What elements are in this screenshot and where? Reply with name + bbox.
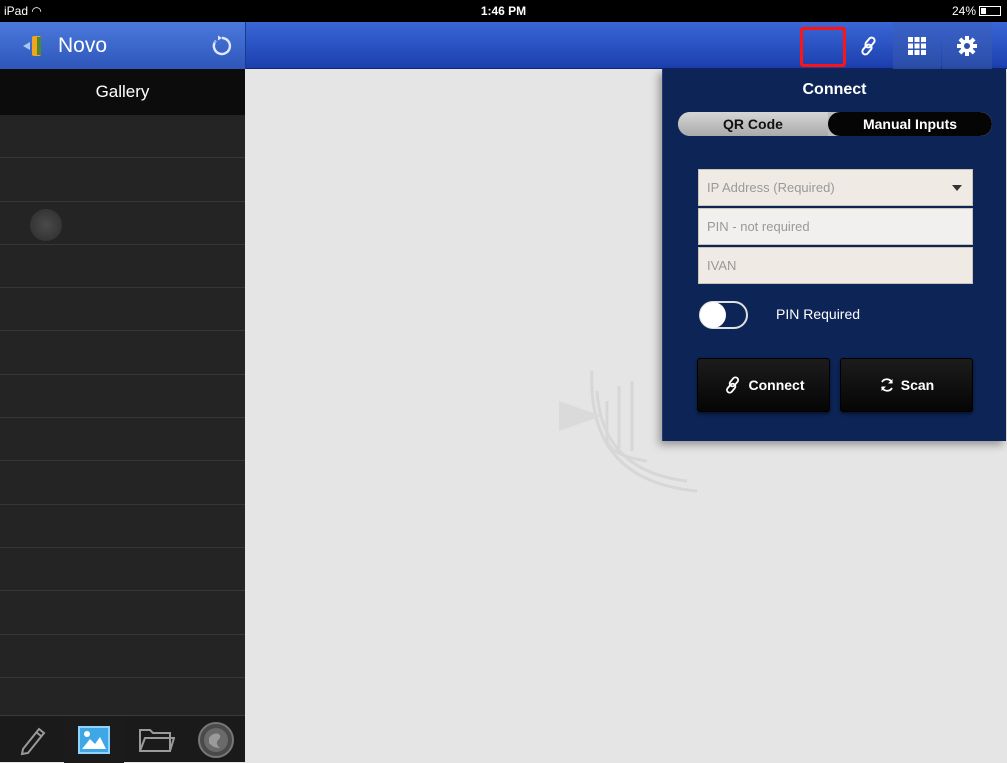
list-item[interactable] [0, 244, 245, 289]
refresh-icon[interactable] [210, 34, 234, 58]
toggle-knob [700, 302, 726, 328]
settings-button[interactable] [942, 22, 992, 69]
status-bar: iPad ◠ 1:46 PM 24% [0, 0, 1007, 22]
list-item[interactable] [0, 374, 245, 419]
folder-button[interactable] [126, 716, 186, 763]
connect-popover: Connect QR Code Manual Inputs IP Address… [662, 69, 1006, 441]
pencil-button[interactable] [2, 716, 62, 763]
novo-logo-icon [23, 36, 41, 56]
refresh-icon [880, 378, 893, 392]
web-button[interactable] [186, 716, 246, 763]
list-item[interactable] [0, 288, 245, 332]
list-item[interactable] [0, 418, 245, 462]
link-icon [861, 36, 876, 55]
dropdown-caret-icon [952, 185, 962, 191]
status-battery: 24% [952, 4, 1001, 18]
list-item[interactable] [0, 504, 245, 548]
connect-link-button[interactable] [846, 22, 892, 69]
tab-manual-inputs[interactable]: Manual Inputs [828, 112, 992, 136]
pin-required-toggle[interactable] [699, 301, 748, 329]
connect-button[interactable]: Connect [697, 358, 830, 412]
sidebar: Gallery [0, 69, 246, 763]
link-icon [725, 376, 739, 394]
list-item[interactable] [0, 591, 245, 635]
connect-mode-segmented-control: QR Code Manual Inputs [678, 112, 992, 136]
battery-icon [979, 6, 1001, 16]
list-item[interactable] [0, 201, 245, 245]
list-item[interactable] [0, 461, 245, 505]
list-item[interactable] [0, 547, 245, 592]
gallery-icon [78, 725, 110, 754]
scan-button[interactable]: Scan [840, 358, 973, 412]
connect-button-label: Connect [748, 377, 805, 393]
top-toolbar: Novo [0, 22, 1007, 69]
device-name-input[interactable]: IVAN [698, 247, 973, 284]
device-name-value: IVAN [707, 258, 737, 273]
folder-icon [139, 728, 175, 752]
pin-required-label: PIN Required [776, 306, 861, 322]
sidebar-bottom-bar [0, 715, 246, 763]
list-item[interactable] [0, 158, 245, 202]
gear-icon [957, 35, 977, 56]
status-time: 1:46 PM [480, 4, 527, 18]
gallery-header: Gallery [0, 69, 245, 115]
scan-button-label: Scan [900, 377, 935, 393]
app-header: Novo [0, 22, 246, 69]
apps-grid-button[interactable] [893, 22, 941, 69]
tab-qr-code[interactable]: QR Code [678, 112, 828, 136]
battery-percent: 24% [951, 4, 976, 18]
loading-indicator [30, 208, 62, 241]
list-item[interactable] [0, 634, 245, 678]
pin-input[interactable]: PIN - not required [698, 208, 973, 245]
popover-title: Connect [802, 81, 867, 98]
ip-address-placeholder: IP Address (Required) [707, 180, 835, 195]
pin-placeholder: PIN - not required [707, 219, 810, 234]
globe-icon [198, 721, 234, 758]
ip-address-dropdown[interactable]: IP Address (Required) [698, 169, 973, 206]
list-item[interactable] [0, 115, 245, 159]
pencil-icon [20, 727, 46, 755]
highlight-box [800, 27, 846, 67]
grid-icon [908, 36, 926, 55]
list-item[interactable] [0, 331, 245, 375]
gallery-button[interactable] [64, 716, 124, 763]
app-title: Novo [58, 34, 108, 57]
